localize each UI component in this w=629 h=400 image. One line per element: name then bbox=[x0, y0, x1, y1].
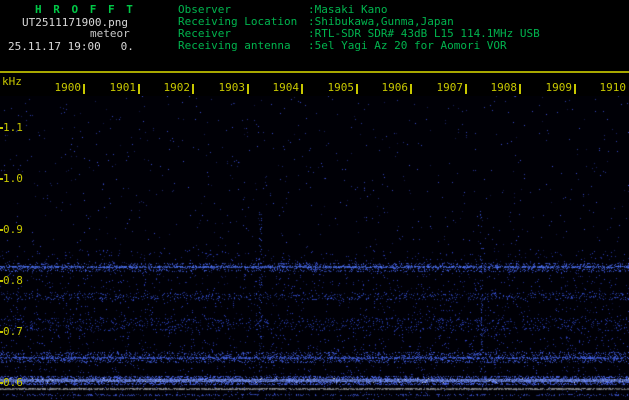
field-value: :5el Yagi Az 20 for Aomori VOR bbox=[308, 39, 507, 52]
hrofft-screen: H R O F F T UT2511171900.png meteor 25.1… bbox=[0, 0, 629, 400]
x-tick-mark bbox=[356, 84, 358, 94]
y-tick-mark bbox=[0, 382, 3, 384]
x-tick-label: 1903 bbox=[218, 81, 246, 94]
x-tick-label: 1901 bbox=[109, 81, 137, 94]
x-tick-label: 1900 bbox=[54, 81, 82, 94]
y-axis-unit-label: kHz bbox=[2, 75, 22, 88]
y-tick-mark bbox=[0, 229, 3, 231]
x-tick-label: 1909 bbox=[545, 81, 573, 94]
x-tick-label: 1902 bbox=[163, 81, 191, 94]
x-tick-mark bbox=[83, 84, 85, 94]
station-info-row: Receiving antenna :5el Yagi Az 20 for Aom… bbox=[178, 40, 540, 52]
y-tick-label: 0.8 bbox=[3, 274, 23, 287]
spectrogram-canvas bbox=[0, 96, 629, 400]
x-tick-mark bbox=[410, 84, 412, 94]
x-tick-mark bbox=[301, 84, 303, 94]
x-tick-mark bbox=[192, 84, 194, 94]
field-label: Receiving antenna bbox=[178, 39, 291, 52]
station-info: Observer:Masaki Kano Receiving Location:S… bbox=[178, 4, 540, 52]
y-tick-mark bbox=[0, 280, 3, 282]
x-tick-label: 1905 bbox=[327, 81, 355, 94]
x-tick-label: 1906 bbox=[381, 81, 409, 94]
x-tick-label: 1908 bbox=[490, 81, 518, 94]
separator-line bbox=[0, 71, 629, 73]
x-tick-label: 1907 bbox=[436, 81, 464, 94]
x-tick-mark bbox=[574, 84, 576, 94]
y-tick-label: 0.6 bbox=[3, 376, 23, 389]
y-tick-label: 1.1 bbox=[3, 121, 23, 134]
y-tick-label: 0.7 bbox=[3, 325, 23, 338]
y-tick-mark bbox=[0, 127, 3, 129]
x-tick-label: 1904 bbox=[272, 81, 300, 94]
y-tick-label: 1.0 bbox=[3, 172, 23, 185]
y-tick-mark bbox=[0, 331, 3, 333]
y-tick-label: 0.9 bbox=[3, 223, 23, 236]
x-tick-mark bbox=[465, 84, 467, 94]
app-title: H R O F F T bbox=[35, 3, 136, 16]
x-tick-mark bbox=[138, 84, 140, 94]
datetime-counter: 25.11.17 19:00 0. bbox=[8, 40, 134, 53]
mode-label: meteor bbox=[90, 27, 130, 40]
x-tick-mark bbox=[519, 84, 521, 94]
x-tick-label: 1910 bbox=[599, 81, 627, 94]
x-tick-mark bbox=[247, 84, 249, 94]
y-tick-mark bbox=[0, 178, 3, 180]
